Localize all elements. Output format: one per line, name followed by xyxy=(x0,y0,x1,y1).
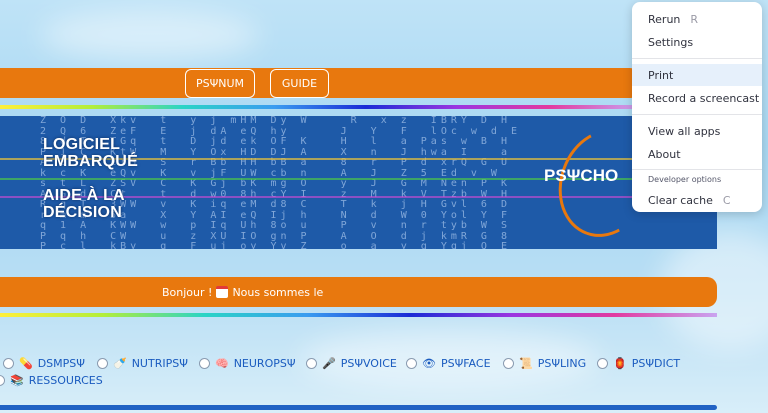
module-neuropsy[interactable]: 🧠 NEUROPSΨ xyxy=(199,357,296,370)
menu-item-view-all-apps[interactable]: View all apps xyxy=(632,120,762,142)
greeting-bar: Bonjour ! Nous sommes le xyxy=(0,277,717,307)
menu-label: View all apps xyxy=(648,124,721,138)
radio-button[interactable] xyxy=(306,358,317,369)
menu-separator xyxy=(632,114,762,115)
shortcut-key: C xyxy=(722,193,731,207)
microphone-icon: 🎤 xyxy=(322,357,336,370)
banner-title-line1: LOGICIEL xyxy=(43,136,121,153)
banner-title-line2: EMBARQUÉ xyxy=(43,153,138,170)
menu-item-clear-cache[interactable]: Clear cache C xyxy=(632,189,762,211)
menu-item-record-screencast[interactable]: Record a screencast xyxy=(632,87,762,109)
module-label: NUTRIPSΨ xyxy=(131,357,188,370)
guide-button[interactable]: GUIDE xyxy=(270,69,329,98)
menu-item-about[interactable]: About xyxy=(632,143,762,165)
menu-section-header: Developer options xyxy=(648,175,722,184)
module-label: PSΨDICT xyxy=(631,357,681,370)
radio-button[interactable] xyxy=(0,375,5,386)
calendar-icon xyxy=(216,286,229,298)
greeting-text: Bonjour ! xyxy=(162,285,213,299)
menu-item-rerun[interactable]: Rerun R xyxy=(632,8,762,30)
module-ressources[interactable]: 📚 RESSOURCES xyxy=(0,374,103,387)
module-psyvoice[interactable]: 🎤 PSΨVOICE xyxy=(306,357,397,370)
radio-button[interactable] xyxy=(3,358,14,369)
scroll-icon: 📜 xyxy=(519,357,533,370)
app-menu: Rerun R Settings Print Record a screenca… xyxy=(632,2,762,212)
menu-item-settings[interactable]: Settings xyxy=(632,31,762,53)
banner-title-line4: DÉCISION xyxy=(43,204,122,221)
banner-title-line3: AIDE À LA xyxy=(43,187,125,204)
radio-button[interactable] xyxy=(406,358,417,369)
menu-label: Print xyxy=(648,68,674,82)
module-label: NEUROPSΨ xyxy=(233,357,296,370)
module-label: DSMPSΨ xyxy=(37,357,85,370)
module-dsmpsy[interactable]: 💊 DSMPSΨ xyxy=(3,357,85,370)
module-label: PSΨFACE xyxy=(440,357,491,370)
module-psydict[interactable]: 🏮 PSΨDICT xyxy=(597,357,680,370)
menu-label: About xyxy=(648,147,681,161)
pills-icon: 💊 xyxy=(19,357,33,370)
menu-item-print[interactable]: Print xyxy=(632,64,762,86)
radio-button[interactable] xyxy=(97,358,108,369)
brand-logo-text: PSΨCHO xyxy=(544,166,619,185)
menu-label: Clear cache xyxy=(648,193,713,207)
module-nutripsy[interactable]: 🍼 NUTRIPSΨ xyxy=(97,357,188,370)
module-label: PSΨVOICE xyxy=(340,357,397,370)
module-label: RESSOURCES xyxy=(28,374,103,387)
eye-icon: 👁 xyxy=(422,357,436,370)
module-label: PSΨLING xyxy=(537,357,587,370)
radio-button[interactable] xyxy=(199,358,210,369)
lamp-icon: 🏮 xyxy=(613,357,627,370)
cloud xyxy=(40,10,260,60)
radio-button[interactable] xyxy=(597,358,608,369)
module-psyface[interactable]: 👁 PSΨFACE xyxy=(406,357,491,370)
bottle-icon: 🍼 xyxy=(113,357,127,370)
menu-separator xyxy=(632,169,762,170)
greeting-date-text: Nous sommes le xyxy=(232,285,324,299)
brain-icon: 🧠 xyxy=(215,357,229,370)
menu-label: Record a screencast xyxy=(648,91,760,105)
menu-label: Settings xyxy=(648,35,694,49)
radio-button[interactable] xyxy=(503,358,514,369)
menu-label: Rerun xyxy=(648,12,681,26)
menu-separator xyxy=(632,58,762,59)
books-icon: 📚 xyxy=(10,374,24,387)
rainbow-divider xyxy=(0,105,640,109)
shortcut-key: R xyxy=(690,12,699,26)
psynum-button[interactable]: PSΨNUM xyxy=(185,69,255,98)
bottom-divider xyxy=(0,405,717,410)
module-psyling[interactable]: 📜 PSΨLING xyxy=(503,357,586,370)
rainbow-divider xyxy=(0,313,717,317)
